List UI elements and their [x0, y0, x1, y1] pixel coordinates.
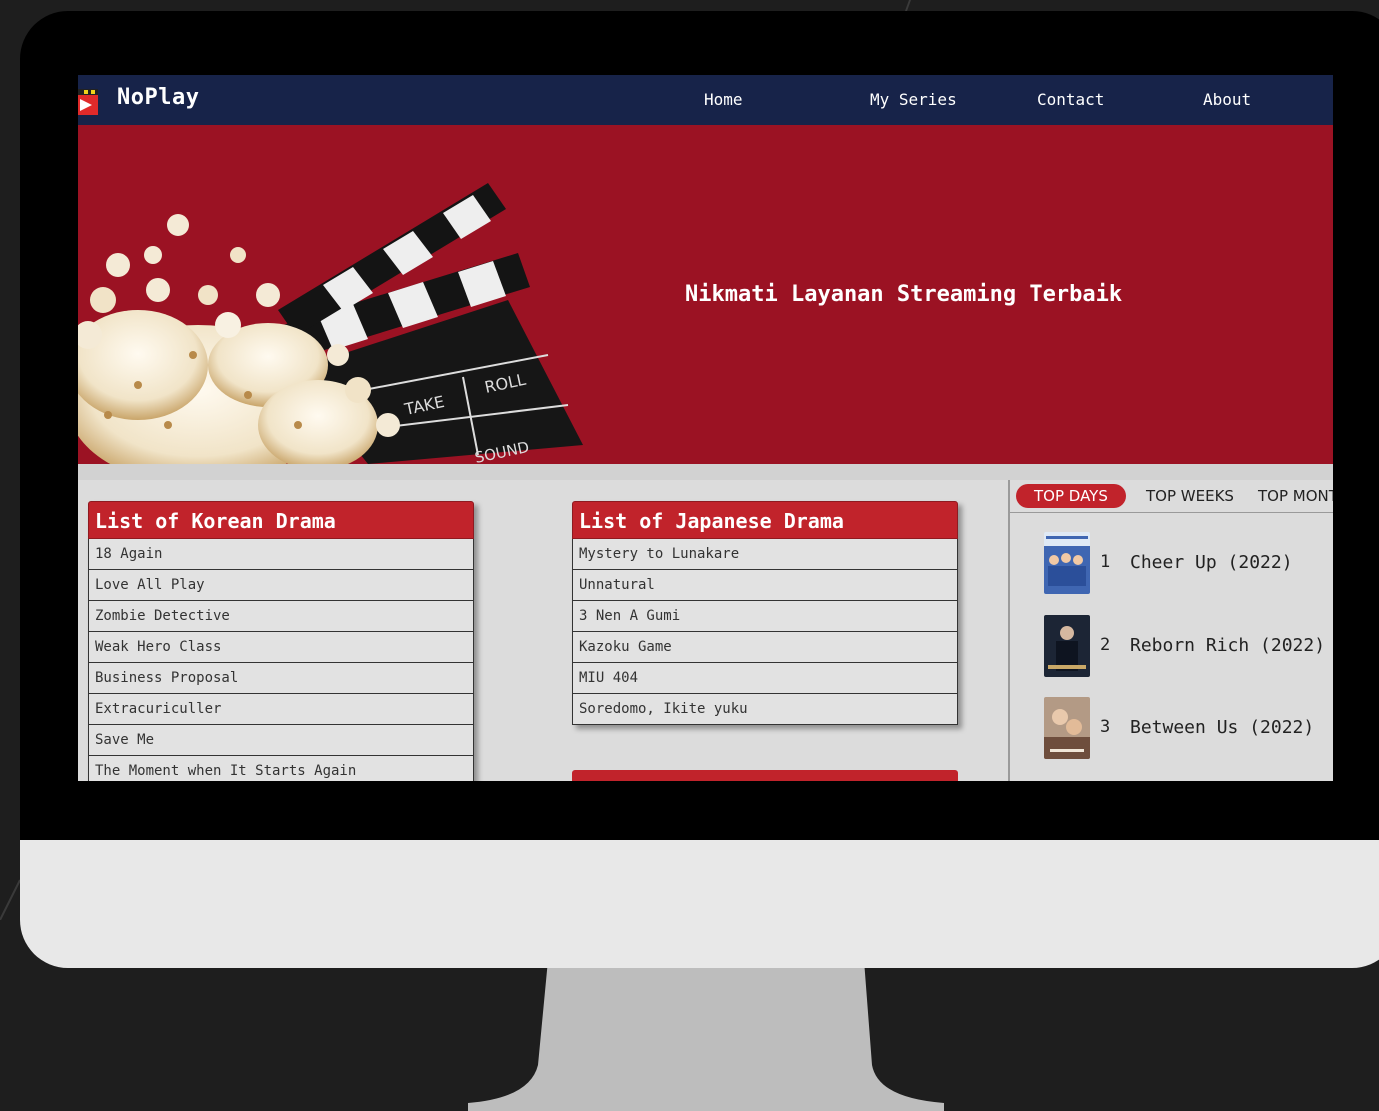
list-item[interactable]: Unnatural [572, 570, 958, 601]
nav-home[interactable]: Home [704, 90, 743, 109]
list-item[interactable]: Business Proposal [88, 663, 474, 694]
poster-thumbnail [1044, 615, 1090, 677]
list-item[interactable]: 3 Nen A Gumi [572, 601, 958, 632]
list-item[interactable]: Mystery to Lunakare [572, 539, 958, 570]
rank-title[interactable]: Reborn Rich (2022) [1130, 635, 1325, 656]
poster-thumbnail [1044, 532, 1090, 594]
list-item[interactable]: Save Me [88, 725, 474, 756]
rank-title[interactable]: Cheer Up (2022) [1130, 552, 1293, 573]
list-item[interactable]: 18 Again [88, 539, 474, 570]
list-item[interactable]: Zombie Detective [88, 601, 474, 632]
ranking-item[interactable]: 1 Cheer Up (2022) [1044, 532, 1333, 594]
tab-top-days[interactable]: TOP DAYS [1016, 484, 1126, 508]
korean-drama-title: List of Korean Drama [88, 501, 474, 539]
tab-top-weeks[interactable]: TOP WEEKS [1146, 484, 1234, 508]
list-item[interactable]: Love All Play [88, 570, 474, 601]
list-item[interactable]: Extracuriculler [88, 694, 474, 725]
content-divider [78, 464, 1333, 480]
nav-about[interactable]: About [1203, 90, 1251, 109]
ranking-item[interactable]: 3 Between Us (2022) [1044, 697, 1333, 759]
list-item[interactable]: Weak Hero Class [88, 632, 474, 663]
ranking-tabs: TOP DAYS TOP WEEKS TOP MONT [1010, 480, 1333, 513]
hero-tagline: Nikmati Layanan Streaming Terbaik [685, 282, 1123, 307]
list-item[interactable]: Kazoku Game [572, 632, 958, 663]
popcorn-clapperboard-image: TAKE ROLL SOUND [78, 183, 583, 464]
rank-number: 1 [1100, 552, 1111, 572]
monitor-chin [20, 840, 1379, 968]
rank-number: 2 [1100, 635, 1111, 655]
tab-top-months[interactable]: TOP MONT [1258, 484, 1333, 508]
list-item[interactable]: Soredomo, Ikite yuku [572, 694, 958, 725]
japanese-drama-list: List of Japanese Drama Mystery to Lunaka… [572, 501, 958, 725]
rank-title[interactable]: Between Us (2022) [1130, 717, 1314, 738]
list-item[interactable]: MIU 404 [572, 663, 958, 694]
poster-thumbnail [1044, 697, 1090, 759]
navbar: NoPlay Home My Series Contact About [78, 75, 1333, 125]
nav-my-series[interactable]: My Series [870, 90, 957, 109]
japanese-drama-title: List of Japanese Drama [572, 501, 958, 539]
top-ranking-sidebar: TOP DAYS TOP WEEKS TOP MONT 1 Cheer Up (… [1008, 480, 1333, 781]
list-item[interactable]: The Moment when It Starts Again [88, 756, 474, 781]
nav-contact[interactable]: Contact [1037, 90, 1104, 109]
mockup-stage: NoPlay Home My Series Contact About TAKE… [0, 0, 1379, 1111]
ranking-item[interactable]: 2 Reborn Rich (2022) [1044, 615, 1333, 677]
website-screen: NoPlay Home My Series Contact About TAKE… [78, 75, 1333, 781]
rank-number: 3 [1100, 717, 1111, 737]
hero-banner: TAKE ROLL SOUND Nikmati Layanan Streamin… [78, 125, 1333, 464]
korean-drama-list: List of Korean Drama 18 Again Love All P… [88, 501, 474, 781]
noplay-logo-icon[interactable] [78, 83, 98, 115]
content-area: List of Korean Drama 18 Again Love All P… [78, 464, 1333, 781]
brand-name[interactable]: NoPlay [117, 85, 199, 110]
next-list-header [572, 770, 958, 781]
